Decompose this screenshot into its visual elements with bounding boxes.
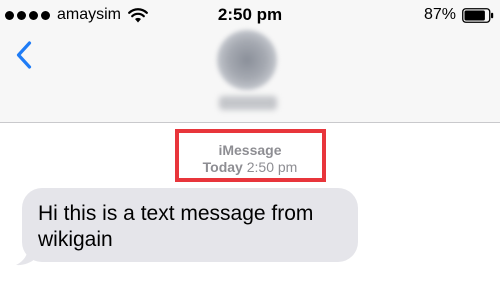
chevron-left-icon (16, 41, 32, 69)
battery-percentage: 87% (423, 6, 456, 23)
message-timestamp: Today 2:50 pm (0, 159, 500, 175)
timestamp-time: 2:50 pm (246, 159, 298, 175)
status-right: 87% (424, 6, 494, 24)
back-button[interactable] (10, 38, 38, 72)
status-bar: amaysim 2:50 pm 87% (0, 0, 500, 30)
timestamp-day: Today (202, 159, 243, 175)
incoming-message-bubble[interactable]: Hi this is a text message from wikigain (22, 188, 358, 262)
message-text: Hi this is a text message from wikigain (38, 202, 314, 251)
battery-icon (462, 7, 494, 23)
contact-details-button[interactable] (213, 30, 283, 110)
navigation-header: amaysim 2:50 pm 87% (0, 0, 500, 123)
service-label: iMessage (218, 142, 282, 158)
avatar (217, 30, 277, 90)
contact-name-blurred (219, 96, 277, 110)
